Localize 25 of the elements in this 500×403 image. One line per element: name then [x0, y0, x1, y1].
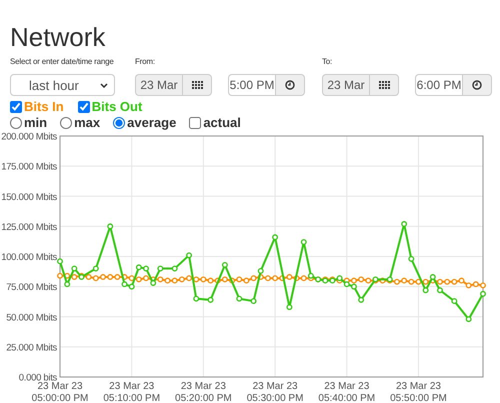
- field-label: From:: [135, 56, 155, 68]
- y-axis-label: 200.000 Mbits: [1, 132, 57, 142]
- x-axis-label: 23 Mar 23 05:10:00 PM: [103, 381, 160, 403]
- option-label: average: [127, 115, 176, 131]
- legend-label: Bits In: [24, 99, 64, 115]
- y-axis-label: 175.000 Mbits: [1, 162, 57, 173]
- y-axis-label: 75.000 Mbits: [6, 282, 57, 294]
- y-axis-label: 150.000 Mbits: [1, 192, 57, 203]
- field-label: Select or enter date/time range: [10, 56, 114, 68]
- legend-label: Bits Out: [92, 99, 142, 115]
- y-axis-label: 125.000 Mbits: [1, 222, 57, 233]
- y-axis-label: 0.000 bits: [18, 372, 57, 384]
- y-axis-label: 25.000 Mbits: [6, 342, 57, 354]
- option-label: max: [74, 115, 100, 131]
- x-axis-label: 23 Mar 23 05:20:00 PM: [175, 381, 232, 403]
- field-label: To:: [322, 56, 332, 68]
- x-axis-label: 23 Mar 23 05:50:00 PM: [390, 381, 447, 403]
- y-axis-label: 100.000 Mbits: [1, 252, 57, 263]
- option-label: actual: [203, 115, 241, 131]
- x-axis-label: 23 Mar 23 05:00:00 PM: [32, 381, 88, 403]
- y-axis-label: 50.000 Mbits: [6, 312, 57, 324]
- x-axis-label: 23 Mar 23 05:30:00 PM: [246, 381, 304, 403]
- x-axis-label: 23 Mar 23 05:40:00 PM: [318, 381, 376, 403]
- option-label: min: [24, 115, 48, 131]
- page-title: Network: [10, 22, 106, 52]
